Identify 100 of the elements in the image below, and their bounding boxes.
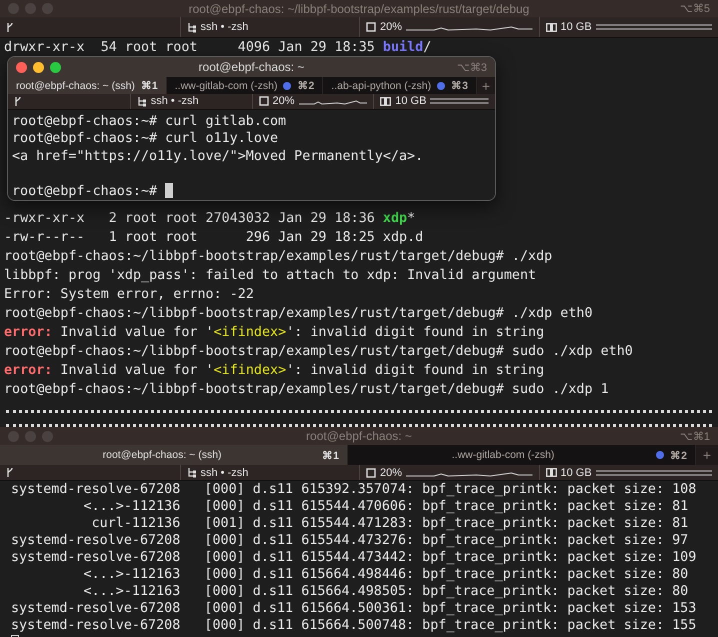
trace-message: bpf_trace_printk: packet size: 155	[422, 617, 696, 634]
window-title: root@ebpf-chaos: ~/libbpf-bootstrap/examples/rust/target/debug	[188, 2, 530, 16]
terminal-tab[interactable]: ..ww-gitlab-com (-zsh) ⌘2	[348, 445, 696, 465]
trace-message: bpf_trace_printk: packet size: 108	[422, 481, 696, 498]
window-shortcut: ⌥⌘1	[678, 430, 710, 442]
new-tab-button[interactable]: +	[476, 77, 495, 94]
cpu-usage: 20%	[380, 466, 402, 478]
process-tree-icon	[186, 22, 196, 32]
zoom-window-button[interactable]	[50, 62, 61, 73]
process-label: ssh • -zsh	[150, 95, 199, 108]
trace-flags: d.s11	[252, 600, 294, 617]
process-label: ssh • -zsh	[200, 21, 248, 33]
trace-flags: d.s11	[252, 498, 294, 515]
memory-icon	[380, 96, 392, 106]
task-name: curl-112136	[90, 515, 180, 532]
timestamp: 615392.357074:	[301, 481, 414, 498]
tab-label: ..ww-gitlab-com (-zsh)	[174, 80, 278, 92]
cpu-icon	[258, 96, 268, 106]
task-name: systemd-resolve-67208	[11, 600, 180, 617]
trace-message: bpf_trace_printk: packet size: 153	[422, 600, 696, 617]
cpu-number: [000]	[204, 549, 245, 566]
memory-icon	[546, 468, 556, 477]
trace-flags: d.s11	[252, 583, 294, 600]
timestamp: 615664.500361:	[301, 600, 414, 617]
trace-flags: d.s11	[252, 566, 294, 583]
cpu-number: [000]	[204, 600, 245, 617]
terminal-line: root@ebpf-chaos:~/libbpf-bootstrap/examples/rust/target/debug# sudo ./xdp 1	[4, 381, 610, 399]
branch-icon	[14, 96, 22, 107]
memory-usage: 10 GB	[395, 95, 426, 108]
window-shortcut: ⌥⌘3	[456, 60, 487, 74]
trace-message: bpf_trace_printk: packet size: 81	[422, 515, 688, 532]
trace-message: bpf_trace_printk: packet size: 81	[422, 498, 688, 515]
memory-usage-graph	[430, 97, 489, 106]
terminal-line: root@ebpf-chaos:~/libbpf-bootstrap/examples/rust/target/debug# sudo ./xdp eth0	[4, 343, 634, 361]
task-name: systemd-resolve-67208	[11, 532, 180, 549]
cpu-icon	[366, 468, 376, 478]
cpu-number: [001]	[204, 515, 245, 532]
trace-flags: d.s11	[252, 617, 294, 634]
new-tab-button[interactable]: +	[696, 445, 718, 465]
minimize-window-button[interactable]	[33, 62, 44, 73]
timestamp: 615664.500748:	[301, 617, 414, 634]
timestamp: 615544.473276:	[301, 532, 414, 549]
trace-flags: d.s11	[252, 532, 294, 549]
cpu-number: [000]	[204, 583, 245, 600]
terminal-line: root@ebpf-chaos:~# curl gitlab.com	[12, 112, 288, 130]
process-label: ssh • -zsh	[200, 466, 248, 478]
tab-label: root@ebpf-chaos: ~ (ssh)	[16, 80, 135, 92]
terminal-line: -rw-r--r-- 1 root root 296 Jan 29 18:25 xdp.d	[4, 229, 424, 247]
terminal-tab[interactable]: ..ww-gitlab-com (-zsh) ⌘2	[166, 77, 324, 94]
terminal-line: error: Invalid value for '<ifindex>': invalid digit found in string	[4, 362, 546, 380]
memory-usage: 10 GB	[560, 466, 592, 478]
terminal-line: error: Invalid value for '<ifindex>': invalid digit found in string	[4, 324, 546, 342]
trace-message: bpf_trace_printk: packet size: 109	[422, 549, 696, 566]
task-name: systemd-resolve-67208	[11, 617, 180, 634]
tab-label: ..ab-api-python (-zsh)	[331, 80, 432, 92]
close-window-button[interactable]	[16, 62, 27, 73]
cpu-number: [000]	[204, 481, 245, 498]
cpu-usage: 20%	[380, 21, 402, 33]
terminal-line: drwxr-xr-x 54 root root 4096 Jan 29 18:35 build/	[4, 39, 432, 57]
window-title: root@ebpf-chaos: ~	[305, 429, 413, 443]
timestamp: 615544.470606:	[301, 498, 414, 515]
terminal-line: root@ebpf-chaos:~#	[12, 182, 491, 200]
terminal-line: root@ebpf-chaos:~/libbpf-bootstrap/examples/rust/target/debug# ./xdp eth0	[4, 305, 594, 323]
trace-flags: d.s11	[252, 549, 294, 566]
task-name: <...>-112163	[82, 583, 180, 600]
terminal-line: Error: System error, errno: -22	[4, 286, 255, 304]
terminal-line: libbpf: prog 'xdp_pass': failed to attach to xdp: Invalid argument	[4, 267, 538, 285]
tab-shortcut: ⌘3	[451, 79, 468, 92]
task-name: systemd-resolve-67208	[11, 549, 180, 566]
window-shortcut: ⌥⌘5	[678, 2, 710, 15]
terminal-line: <a href="https://o11y.love/">Moved Permanently</a>.	[12, 148, 424, 165]
trace-message: bpf_trace_printk: packet size: 80	[422, 583, 688, 600]
cpu-number: [000]	[204, 532, 245, 549]
tab-shortcut: ⌘2	[297, 79, 314, 92]
cpu-icon	[366, 22, 376, 32]
tab-label: root@ebpf-chaos: ~ (ssh)	[102, 449, 223, 461]
cpu-number: [000]	[204, 566, 245, 583]
terminal-tab[interactable]: root@ebpf-chaos: ~ (ssh) ⌘1	[8, 77, 167, 94]
terminal-line: root@ebpf-chaos:~# curl o11y.love	[12, 130, 280, 148]
memory-icon	[546, 22, 556, 32]
trace-message: bpf_trace_printk: packet size: 97	[422, 532, 688, 549]
trace-flags: d.s11	[252, 481, 294, 498]
trace-message: bpf_trace_printk: packet size: 80	[422, 566, 688, 583]
process-tree-icon	[186, 467, 196, 478]
timestamp: 615544.471283:	[301, 515, 414, 532]
terminal-tab[interactable]: ..ab-api-python (-zsh) ⌘3	[323, 77, 477, 94]
timestamp: 615664.498446:	[301, 566, 414, 583]
task-name: systemd-resolve-67208	[11, 481, 180, 498]
task-name: <...>-112163	[82, 566, 180, 583]
cpu-number: [000]	[204, 498, 245, 515]
terminal-tab[interactable]: root@ebpf-chaos: ~ (ssh) ⌘1	[0, 445, 348, 465]
terminal-line: root@ebpf-chaos:~/libbpf-bootstrap/examples/rust/target/debug# ./xdp	[4, 248, 554, 266]
cpu-number: [000]	[204, 617, 245, 634]
tab-shortcut: ⌘2	[670, 448, 687, 462]
timestamp: 615544.473442:	[301, 549, 414, 566]
tab-shortcut: ⌘1	[322, 448, 339, 462]
tab-shortcut: ⌘1	[140, 79, 158, 92]
memory-usage: 10 GB	[560, 21, 592, 33]
terminal-line: -rwxr-xr-x 2 root root 27043032 Jan 29 18:36 xdp*	[4, 210, 416, 228]
cpu-usage: 20%	[272, 95, 295, 108]
